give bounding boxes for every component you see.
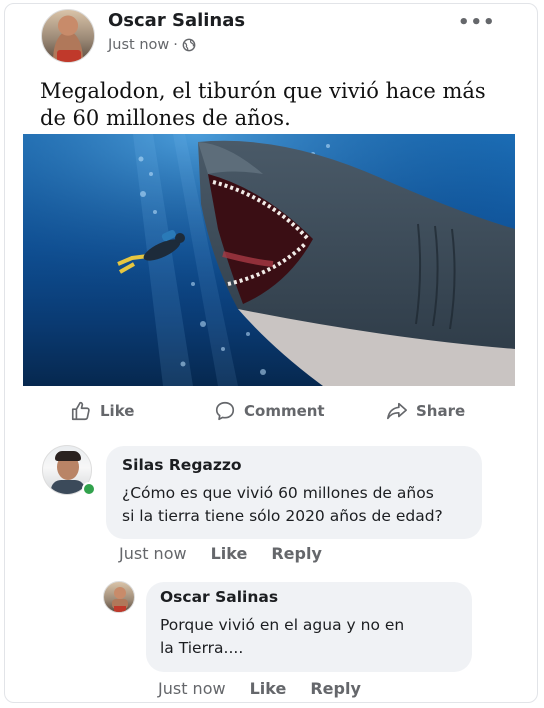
post-text: Megalodon, el tiburón que vivió hace más… xyxy=(40,79,486,130)
reply-author-avatar[interactable] xyxy=(103,581,135,613)
meta-separator: · xyxy=(173,37,178,53)
reply-footer: Just now Like Reply xyxy=(158,679,385,698)
reply-text-line: Porque vivió en el agua y no en xyxy=(160,616,405,634)
author-name[interactable]: Oscar Salinas xyxy=(108,10,245,31)
comment-label: Comment xyxy=(244,402,325,420)
share-button[interactable]: Share xyxy=(386,400,465,422)
share-label: Share xyxy=(416,402,466,420)
comment-author[interactable]: Silas Regazzo xyxy=(122,456,242,474)
reply-text-line: la Tierra.... xyxy=(160,639,244,657)
comment-text-line: si la tierra tiene sólo 2020 años de eda… xyxy=(122,507,443,525)
more-options-icon[interactable]: ••• xyxy=(458,12,496,33)
megalodon-illustration xyxy=(23,134,515,386)
globe-icon xyxy=(182,38,196,52)
reply-author[interactable]: Oscar Salinas xyxy=(160,588,278,606)
comment-button[interactable]: Comment xyxy=(214,400,325,422)
reply-like-button[interactable]: Like xyxy=(250,679,287,698)
like-label: Like xyxy=(100,402,135,420)
share-arrow-icon xyxy=(387,402,407,420)
thumbs-up-icon xyxy=(71,401,90,421)
reply-time[interactable]: Just now xyxy=(158,679,226,698)
comment-time[interactable]: Just now xyxy=(119,544,187,563)
like-button[interactable]: Like xyxy=(70,400,134,422)
post-meta: Just now · xyxy=(108,37,196,53)
post-timestamp[interactable]: Just now xyxy=(108,37,169,53)
action-bar: Like Comment Share xyxy=(0,398,544,428)
comment-bubble-icon xyxy=(215,401,235,421)
comment-footer: Just now Like Reply xyxy=(119,544,346,563)
online-status-dot xyxy=(82,482,96,496)
comment-like-button[interactable]: Like xyxy=(211,544,248,563)
reply-reply-button[interactable]: Reply xyxy=(310,679,361,698)
post-photo[interactable] xyxy=(23,134,515,386)
comment-reply-button[interactable]: Reply xyxy=(271,544,322,563)
comment-text-line: ¿Cómo es que vivió 60 millones de años xyxy=(122,484,434,502)
author-avatar[interactable] xyxy=(41,9,95,63)
